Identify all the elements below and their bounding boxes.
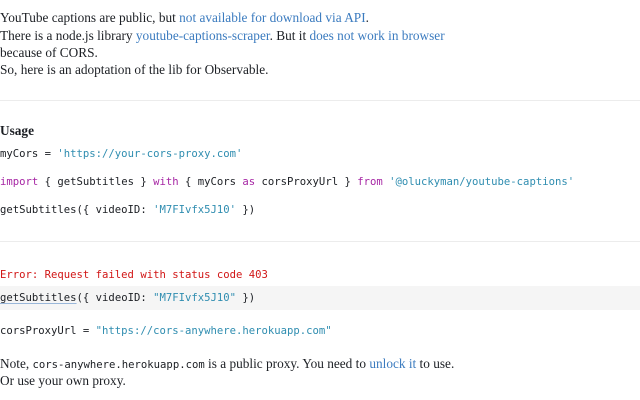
unlock-link[interactable]: unlock it (369, 356, 416, 371)
intro-line-3: because of CORS. (0, 45, 98, 60)
code-mycors: myCors = 'https://your-cors-proxy.com' (0, 148, 243, 160)
intro-line-2: There is a node.js library youtube-capti… (0, 28, 445, 43)
intro-line-1: YouTube captions are public, but not ava… (0, 10, 369, 25)
cell-divider (0, 100, 640, 101)
browser-issue-link[interactable]: does not work in browser (309, 28, 444, 43)
getsubtitles-reference[interactable]: getSubtitles (0, 292, 77, 304)
cell-divider (0, 241, 640, 242)
scraper-library-link[interactable]: youtube-captions-scraper (136, 28, 270, 43)
code-import: import { getSubtitles } with { myCors as… (0, 176, 575, 188)
api-download-link[interactable]: not available for download via API (179, 10, 365, 25)
code-cell-getsubtitles[interactable]: getSubtitles({ videoID: "M7FIvfx5J10" }) (0, 291, 255, 305)
usage-heading: Usage (0, 123, 34, 138)
proxy-inline-code: cors-anywhere.herokuapp.com (32, 359, 205, 371)
error-message: Error: Request failed with status code 4… (0, 269, 268, 281)
intro-line-4: So, here is an adoptation of the lib for… (0, 62, 269, 77)
note-line-2: Or use your own proxy. (0, 373, 126, 388)
code-cors-proxy-url: corsProxyUrl = "https://cors-anywhere.he… (0, 325, 332, 337)
code-getsubtitles-example: getSubtitles({ videoID: 'M7FIvfx5J10' }) (0, 204, 256, 216)
